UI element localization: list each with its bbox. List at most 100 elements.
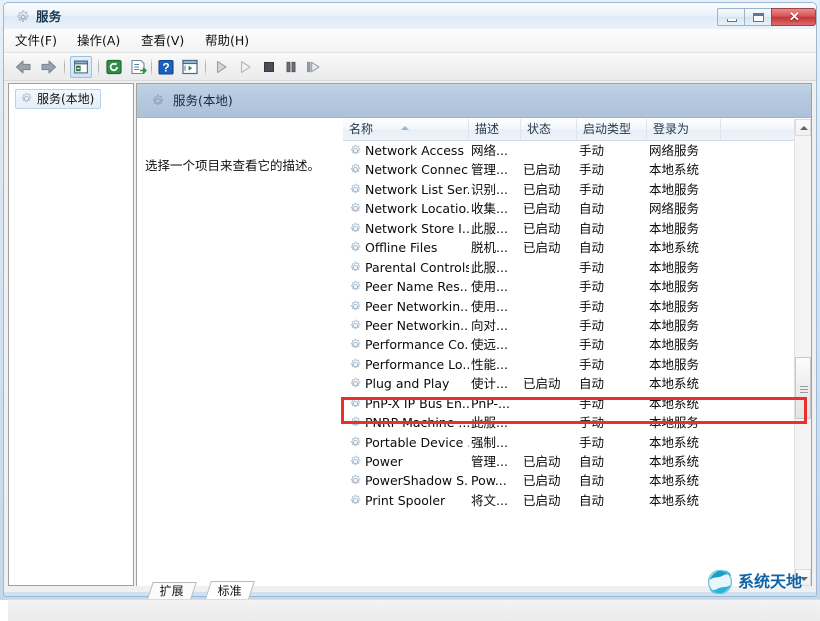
cell-service-name: Network Connec... xyxy=(365,162,469,178)
vertical-scrollbar[interactable] xyxy=(794,119,811,586)
resume-service-button[interactable] xyxy=(234,56,256,78)
column-spare[interactable] xyxy=(721,119,797,140)
refresh-button[interactable] xyxy=(103,56,125,78)
menu-file[interactable]: 文件(F) xyxy=(8,32,64,50)
cell-service-name: Performance Co... xyxy=(365,337,469,353)
export-list-icon xyxy=(131,59,147,75)
cell-status: 已启动 xyxy=(523,201,561,217)
arrow-right-icon xyxy=(41,60,56,74)
cell-startup-type: 手动 xyxy=(579,162,605,178)
cell-logon-as: 本地服务 xyxy=(649,259,700,275)
table-row[interactable]: Performance Co... 使远... 手动 本地服务 xyxy=(343,335,797,354)
cell-service-name: Portable Device ... xyxy=(365,434,469,450)
menu-view[interactable]: 查看(V) xyxy=(134,32,191,50)
tab-extended[interactable]: 扩展 xyxy=(147,582,197,599)
cell-description: 将文... xyxy=(471,492,508,508)
cell-service-name: Print Spooler xyxy=(365,492,446,508)
table-row[interactable]: Network Store I... 此服... 已启动 自动 本地服务 xyxy=(343,219,797,238)
cell-service-name: Performance Lo... xyxy=(365,356,469,372)
cell-description: 向对... xyxy=(471,317,508,333)
properties-button[interactable] xyxy=(179,56,201,78)
table-row[interactable]: Network Access ... 网络... 手动 网络服务 xyxy=(343,141,797,160)
watermark-text: 系统天地 xyxy=(738,572,803,591)
cell-logon-as: 本地服务 xyxy=(649,356,700,372)
service-gear-icon xyxy=(350,436,361,446)
back-button[interactable] xyxy=(12,56,34,78)
service-gear-icon xyxy=(350,241,361,252)
pause-service-button[interactable] xyxy=(280,56,302,78)
cell-status xyxy=(523,258,579,277)
cell-service-name: Network Access ... xyxy=(365,143,469,158)
menu-help[interactable]: 帮助(H) xyxy=(198,32,256,50)
scroll-up-button[interactable] xyxy=(795,119,811,136)
cell-startup-type: 手动 xyxy=(579,279,605,295)
cell-status: 已启动 xyxy=(523,181,561,197)
properties-icon xyxy=(182,59,198,75)
close-button[interactable]: ✕ xyxy=(771,8,816,26)
table-row[interactable]: Network Connec... 管理... 已启动 手动 本地系统 xyxy=(343,160,797,179)
column-startup-type[interactable]: 启动类型 xyxy=(577,119,647,140)
cell-status xyxy=(523,355,579,374)
globe-logo-icon xyxy=(707,569,733,595)
service-gear-icon xyxy=(350,455,361,466)
cell-description: 性能... xyxy=(471,356,508,372)
table-row[interactable]: PNRP Machine ... 此服... 手动 本地服务 xyxy=(343,413,797,432)
stop-service-button[interactable] xyxy=(258,56,280,78)
column-status[interactable]: 状态 xyxy=(521,119,577,140)
toolbar-separator xyxy=(151,58,152,76)
cell-description: 收集... xyxy=(471,201,508,217)
tab-standard[interactable]: 标准 xyxy=(205,581,255,599)
table-row[interactable]: Plug and Play 使计... 已启动 自动 本地系统 xyxy=(343,374,797,393)
menu-action[interactable]: 操作(A) xyxy=(70,32,127,50)
cell-status xyxy=(523,433,579,452)
cell-startup-type: 自动 xyxy=(579,454,605,469)
watermark: 系统天地 xyxy=(706,568,814,596)
service-gear-icon xyxy=(350,261,361,271)
services-list[interactable]: 名称 描述 状态 启动类型 登录为 Network Access ... 网络..… xyxy=(343,119,811,586)
maximize-button[interactable] xyxy=(744,8,772,26)
table-row[interactable]: Network Locatio... 收集... 已启动 自动 网络服务 xyxy=(343,199,797,218)
cell-description: 使计... xyxy=(471,376,508,392)
table-row[interactable]: Peer Networkin... 使用... 手动 本地服务 xyxy=(343,297,797,316)
column-logon-as[interactable]: 登录为 xyxy=(647,119,721,140)
tree-item-services-local[interactable]: 服务(本地) xyxy=(15,89,102,109)
cell-service-name: Power xyxy=(365,454,403,469)
table-row[interactable]: Portable Device ... 强制... 手动 本地系统 xyxy=(343,433,797,452)
cell-logon-as: 本地系统 xyxy=(649,240,700,256)
table-row[interactable]: Performance Lo... 性能... 手动 本地服务 xyxy=(343,355,797,374)
start-service-button[interactable] xyxy=(210,56,232,78)
table-row[interactable]: Power 管理... 已启动 自动 本地系统 xyxy=(343,452,797,471)
table-row[interactable]: Offline Files 脱机... 已启动 自动 本地系统 xyxy=(343,238,797,257)
table-row[interactable]: PnP-X IP Bus En... PnP-... 手动 本地系统 xyxy=(343,394,797,413)
scrollbar-thumb[interactable] xyxy=(795,357,811,419)
title-bar[interactable]: 服务 ✕ xyxy=(4,3,816,29)
cell-startup-type: 手动 xyxy=(579,434,605,450)
cell-status xyxy=(523,413,579,432)
minimize-button[interactable] xyxy=(717,8,745,26)
help-button[interactable]: ? xyxy=(155,56,177,78)
table-row[interactable]: Network List Ser... 识别... 已启动 手动 本地服务 xyxy=(343,180,797,199)
table-row[interactable]: Peer Networkin... 向对... 手动 本地服务 xyxy=(343,316,797,335)
service-gear-icon xyxy=(350,183,361,194)
forward-button[interactable] xyxy=(38,56,60,78)
tab-standard-label: 标准 xyxy=(217,584,242,598)
grip-line xyxy=(800,389,808,390)
table-row[interactable]: Peer Name Res... 使用... 手动 本地服务 xyxy=(343,277,797,296)
tree-pane-icon xyxy=(74,60,88,74)
cell-startup-type: 自动 xyxy=(579,240,605,256)
cell-service-name: PowerShadow S... xyxy=(365,473,469,489)
cell-description: 脱机... xyxy=(471,240,508,256)
cell-logon-as: 本地服务 xyxy=(649,279,700,295)
cell-status: 已启动 xyxy=(523,162,561,178)
sort-ascending-icon xyxy=(401,126,409,130)
pause-icon xyxy=(286,61,296,73)
cell-service-name: Offline Files xyxy=(365,240,438,256)
restart-service-button[interactable] xyxy=(302,56,324,78)
export-list-button[interactable] xyxy=(127,56,149,78)
table-row[interactable]: Parental Controls 此服... 手动 本地服务 xyxy=(343,258,797,277)
table-row[interactable]: PowerShadow S... Pow... 已启动 自动 本地系统 xyxy=(343,471,797,490)
table-row[interactable]: Print Spooler 将文... 已启动 自动 本地系统 xyxy=(343,491,797,510)
cell-logon-as: 本地系统 xyxy=(649,492,700,508)
column-description[interactable]: 描述 xyxy=(469,119,521,140)
show-hide-tree-button[interactable] xyxy=(70,56,92,78)
